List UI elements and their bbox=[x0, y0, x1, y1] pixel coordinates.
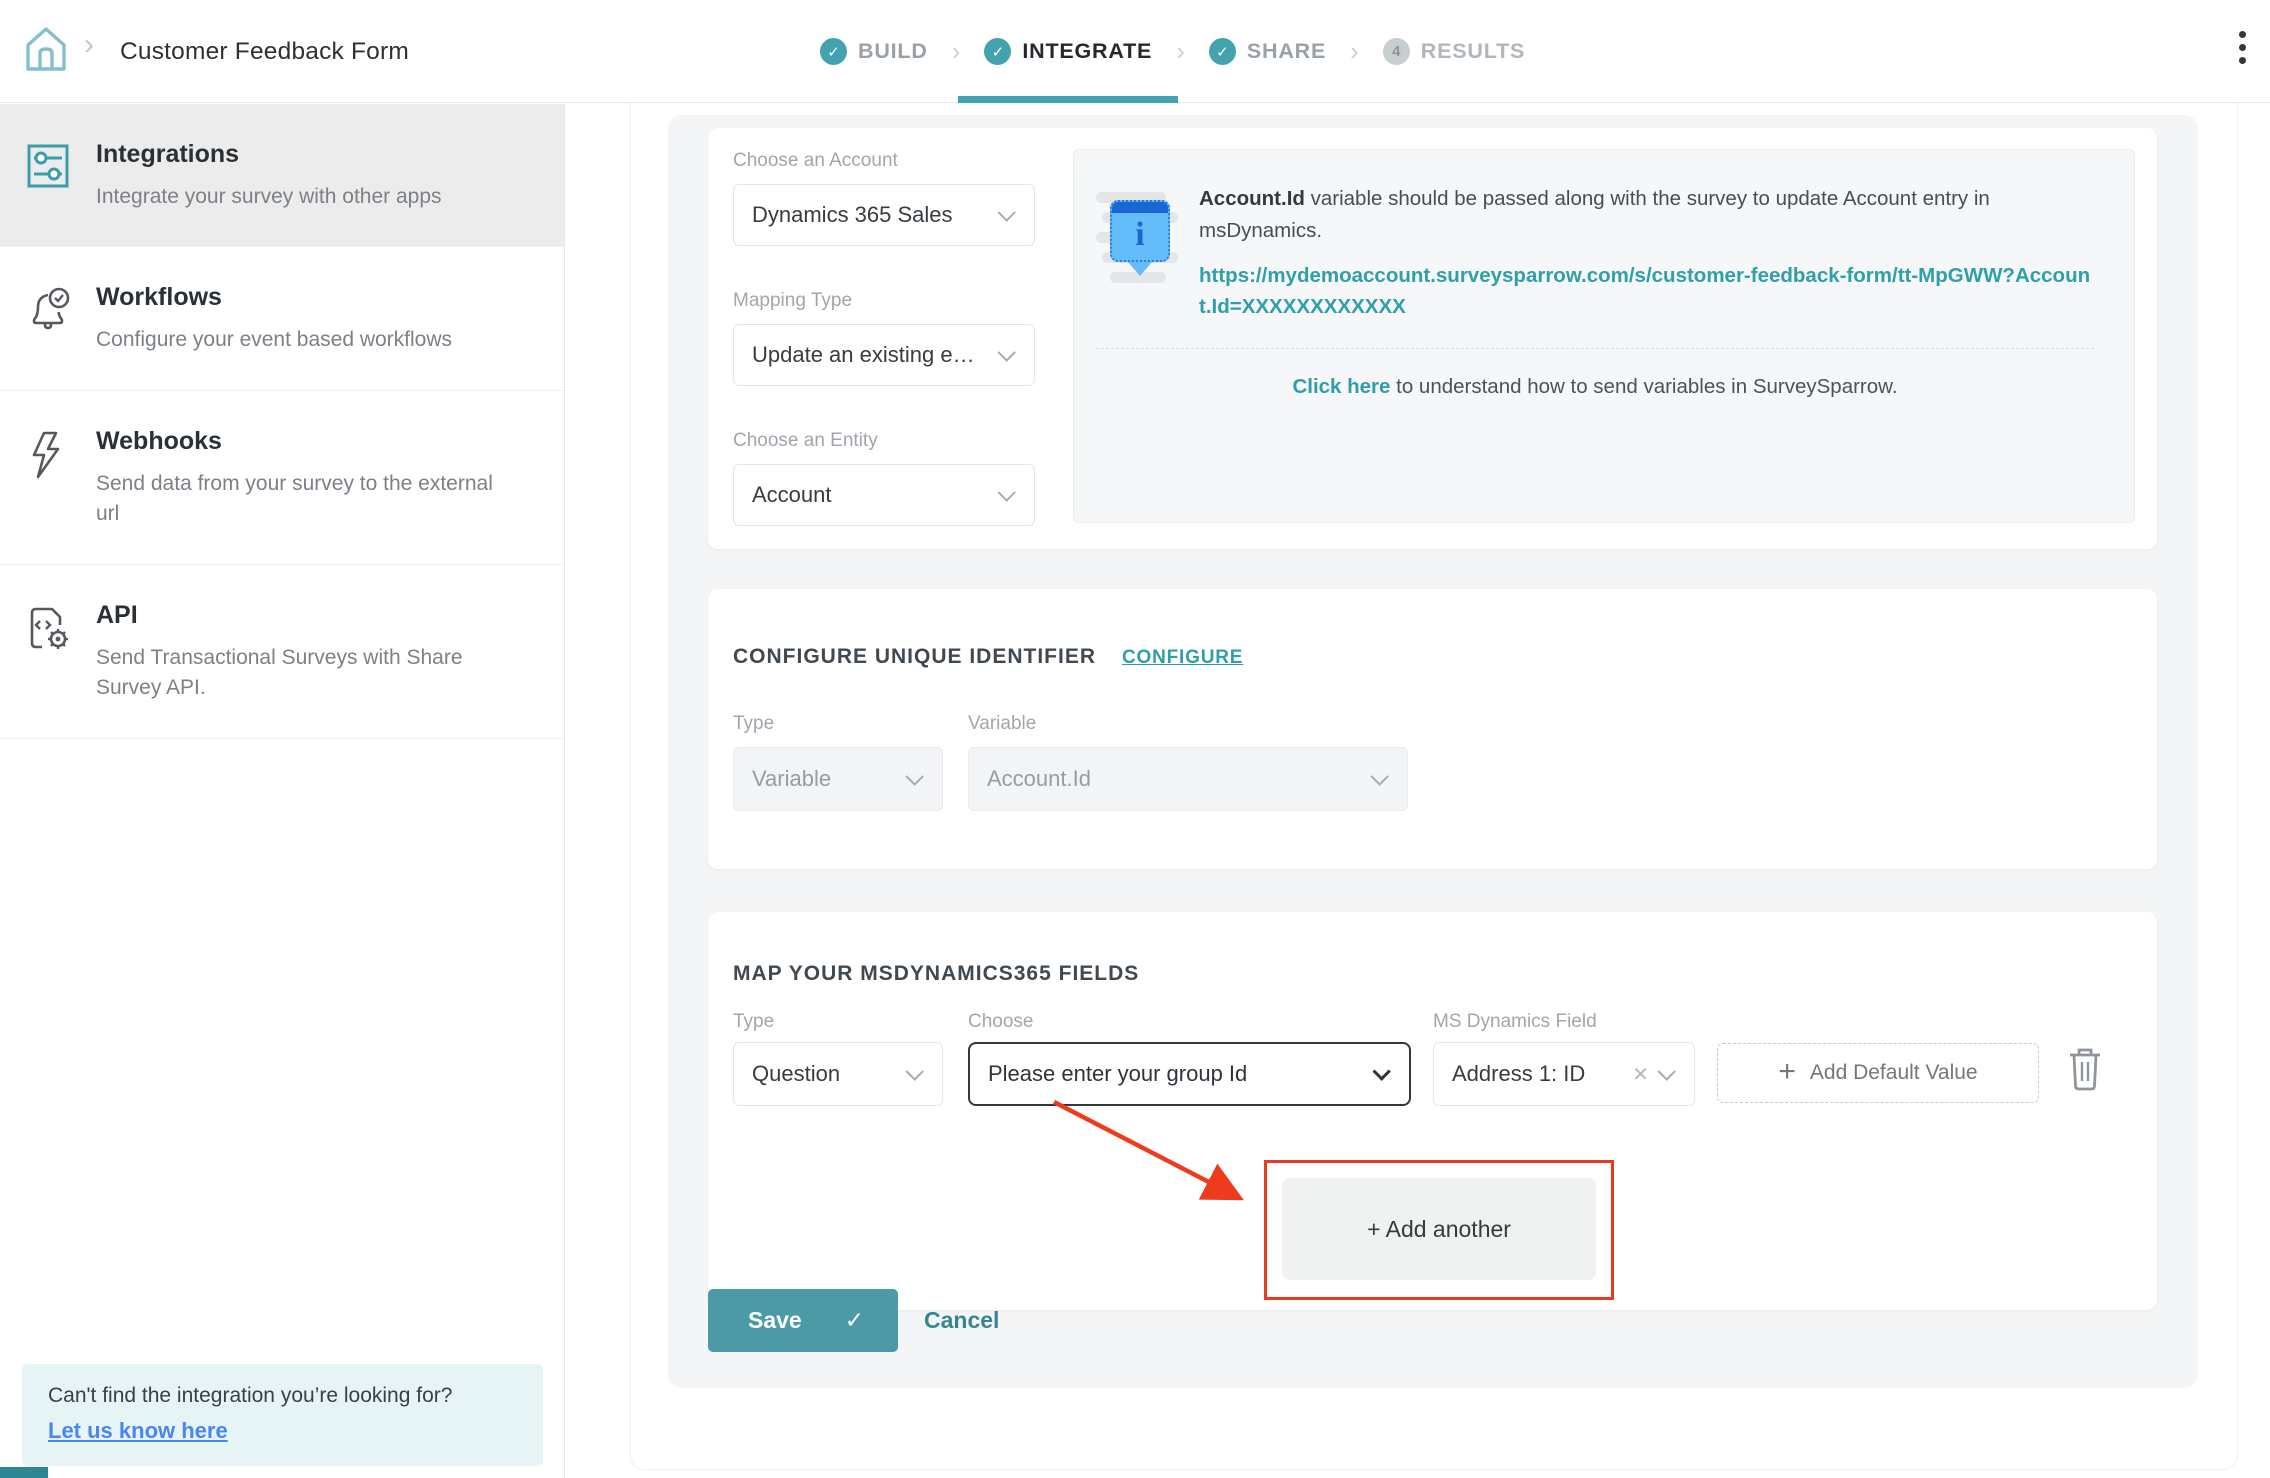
mapping-row-choose-label: Choose bbox=[968, 1011, 1034, 1033]
chevron-down-icon bbox=[997, 343, 1015, 361]
help-text: Can't find the integration you’re lookin… bbox=[48, 1384, 517, 1408]
code-doc-gear-icon bbox=[26, 603, 74, 651]
sidebar-item-title: Integrations bbox=[96, 140, 520, 169]
sidebar-item-webhooks[interactable]: Webhooks Send data from your survey to t… bbox=[0, 391, 564, 565]
info-divider bbox=[1096, 348, 2094, 349]
plus-icon: + bbox=[1778, 1055, 1796, 1089]
ms-dynamics-field-value: Address 1: ID bbox=[1452, 1061, 1585, 1087]
stepper-chevron-icon: › bbox=[1350, 36, 1359, 67]
sidebar-item-title: API bbox=[96, 601, 520, 630]
sliders-icon bbox=[26, 142, 74, 190]
variable-info-box: i Account.Id variable should be passed a… bbox=[1073, 149, 2135, 523]
info-help-line: Click here to understand how to send var… bbox=[1096, 375, 2094, 399]
field-mapping-heading: MAP YOUR MSDYNAMICS365 FIELDS bbox=[733, 962, 1139, 986]
account-select[interactable]: Dynamics 365 Sales bbox=[733, 184, 1035, 246]
choose-question-value: Please enter your group Id bbox=[988, 1061, 1247, 1087]
bell-check-icon bbox=[26, 285, 74, 333]
stepper-chevron-icon: › bbox=[952, 36, 961, 67]
trash-icon[interactable] bbox=[2066, 1046, 2104, 1097]
save-button[interactable]: Save ✓ bbox=[708, 1289, 898, 1352]
bottom-corner-widget bbox=[0, 1467, 48, 1478]
chevron-down-icon bbox=[1370, 767, 1388, 785]
choose-account-label: Choose an Account bbox=[733, 150, 898, 172]
configure-link[interactable]: CONFIGURE bbox=[1122, 647, 1243, 668]
identifier-variable-select: Account.Id bbox=[968, 747, 1408, 811]
home-icon[interactable] bbox=[24, 25, 68, 78]
let-us-know-link[interactable]: Let us know here bbox=[48, 1418, 228, 1443]
entity-select-value: Account bbox=[752, 482, 832, 508]
chevron-down-icon bbox=[905, 1062, 923, 1080]
sidebar-item-subtitle: Send Transactional Surveys with Share Su… bbox=[96, 643, 520, 704]
entity-select[interactable]: Account bbox=[733, 464, 1035, 526]
identifier-type-select: Variable bbox=[733, 747, 943, 811]
chevron-down-icon bbox=[997, 203, 1015, 221]
survey-url-link[interactable]: https://mydemoaccount.surveysparrow.com/… bbox=[1199, 261, 2094, 323]
clear-x-icon[interactable]: ✕ bbox=[1632, 1062, 1663, 1087]
sidebar-item-subtitle: Integrate your survey with other apps bbox=[96, 182, 520, 212]
check-icon: ✓ bbox=[984, 38, 1011, 65]
mapping-type-question-value: Question bbox=[752, 1061, 840, 1087]
sidebar-item-subtitle: Send data from your survey to the extern… bbox=[96, 469, 520, 530]
choose-entity-label: Choose an Entity bbox=[733, 430, 878, 452]
top-header: › Customer Feedback Form ✓ BUILD › ✓ INT… bbox=[0, 0, 2270, 103]
add-default-value-button[interactable]: + Add Default Value bbox=[1717, 1043, 2039, 1103]
chevron-down-icon bbox=[997, 483, 1015, 501]
sidebar-item-title: Workflows bbox=[96, 283, 520, 312]
add-another-button[interactable]: + Add another bbox=[1282, 1178, 1596, 1280]
identifier-type-label: Type bbox=[733, 713, 774, 735]
info-variable-name: Account.Id bbox=[1199, 187, 1305, 210]
chevron-down-icon bbox=[1372, 1062, 1390, 1080]
breadcrumb-chevron-icon: › bbox=[84, 28, 94, 62]
tab-results[interactable]: 4 RESULTS bbox=[1381, 0, 1527, 103]
info-description: Account.Id variable should be passed alo… bbox=[1199, 183, 2094, 248]
tab-share[interactable]: ✓ SHARE bbox=[1207, 0, 1328, 103]
integration-help-box: Can't find the integration you’re lookin… bbox=[22, 1364, 543, 1466]
sidebar-item-title: Webhooks bbox=[96, 427, 520, 456]
info-bubble-icon: i bbox=[1096, 188, 1182, 292]
mapping-row-type-label: Type bbox=[733, 1011, 774, 1033]
survey-stepper: ✓ BUILD › ✓ INTEGRATE › ✓ SHARE › 4 RESU… bbox=[818, 0, 1527, 103]
mapping-type-select[interactable]: Update an existing e… bbox=[733, 324, 1035, 386]
identifier-variable-value: Account.Id bbox=[987, 766, 1091, 792]
chevron-down-icon bbox=[905, 767, 923, 785]
tab-integrate[interactable]: ✓ INTEGRATE bbox=[982, 0, 1154, 103]
unique-identifier-heading: CONFIGURE UNIQUE IDENTIFIERCONFIGURE bbox=[733, 645, 1243, 669]
check-icon: ✓ bbox=[845, 1307, 864, 1334]
mapping-type-label: Mapping Type bbox=[733, 290, 852, 312]
tab-build[interactable]: ✓ BUILD bbox=[818, 0, 930, 103]
identifier-type-value: Variable bbox=[752, 766, 831, 792]
lightning-icon bbox=[26, 429, 74, 477]
account-select-value: Dynamics 365 Sales bbox=[752, 202, 953, 228]
app-window: › Customer Feedback Form ✓ BUILD › ✓ INT… bbox=[0, 0, 2270, 1478]
integrate-tab-underline bbox=[958, 96, 1178, 103]
cancel-button[interactable]: Cancel bbox=[924, 1289, 999, 1352]
ms-dynamics-field-label: MS Dynamics Field bbox=[1433, 1011, 1597, 1033]
sidebar-item-integrations[interactable]: Integrations Integrate your survey with … bbox=[0, 104, 564, 247]
sidebar-item-api[interactable]: API Send Transactional Surveys with Shar… bbox=[0, 565, 564, 739]
integration-sidebar: Integrations Integrate your survey with … bbox=[0, 104, 565, 1478]
ms-dynamics-field-select[interactable]: Address 1: ID ✕ bbox=[1433, 1042, 1695, 1106]
identifier-variable-label: Variable bbox=[968, 713, 1036, 735]
unique-identifier-card bbox=[708, 589, 2157, 869]
save-button-label: Save bbox=[748, 1307, 802, 1334]
stepper-chevron-icon: › bbox=[1176, 36, 1185, 67]
kebab-menu-icon[interactable] bbox=[2239, 31, 2246, 64]
check-icon: ✓ bbox=[1209, 38, 1236, 65]
click-here-link[interactable]: Click here bbox=[1292, 375, 1390, 398]
check-icon: ✓ bbox=[820, 38, 847, 65]
sidebar-item-workflows[interactable]: Workflows Configure your event based wor… bbox=[0, 247, 564, 390]
red-annotation-arrow bbox=[1040, 1092, 1260, 1216]
step-number-badge: 4 bbox=[1383, 38, 1410, 65]
sidebar-item-subtitle: Configure your event based workflows bbox=[96, 325, 520, 355]
breadcrumb-page-title: Customer Feedback Form bbox=[120, 0, 409, 103]
mapping-type-question-select[interactable]: Question bbox=[733, 1042, 943, 1106]
mapping-type-select-value: Update an existing e… bbox=[752, 342, 975, 368]
